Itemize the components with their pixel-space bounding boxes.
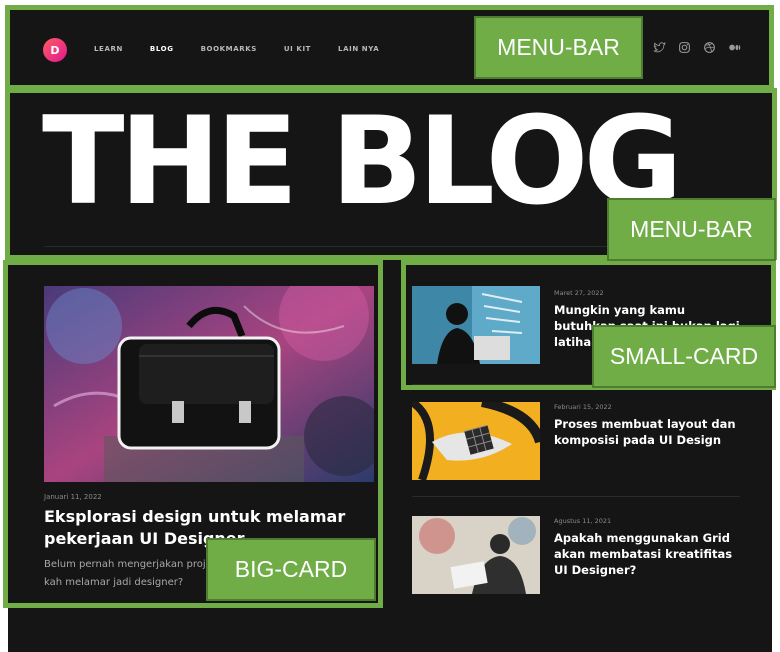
small-card-date: Februari 15, 2022 bbox=[554, 403, 612, 411]
rubiks-cube-illustration bbox=[412, 402, 540, 480]
annotation-label: MENU-BAR bbox=[607, 198, 776, 261]
divider bbox=[412, 496, 740, 497]
annotation-label: BIG-CARD bbox=[206, 538, 376, 601]
annotation-frame-menu-bar bbox=[5, 5, 774, 90]
annotation-label: SMALL-CARD bbox=[592, 325, 776, 388]
small-card-date: Agustus 11, 2021 bbox=[554, 517, 612, 525]
small-card-image[interactable] bbox=[412, 402, 540, 480]
small-card-title[interactable]: Proses membuat layout dan komposisi pada… bbox=[554, 416, 744, 448]
man-laptop-illustration bbox=[412, 516, 540, 594]
annotation-label: MENU-BAR bbox=[474, 16, 643, 79]
small-card-image[interactable] bbox=[412, 516, 540, 594]
small-card-title[interactable]: Apakah menggunakan Grid akan membatasi k… bbox=[554, 530, 744, 578]
